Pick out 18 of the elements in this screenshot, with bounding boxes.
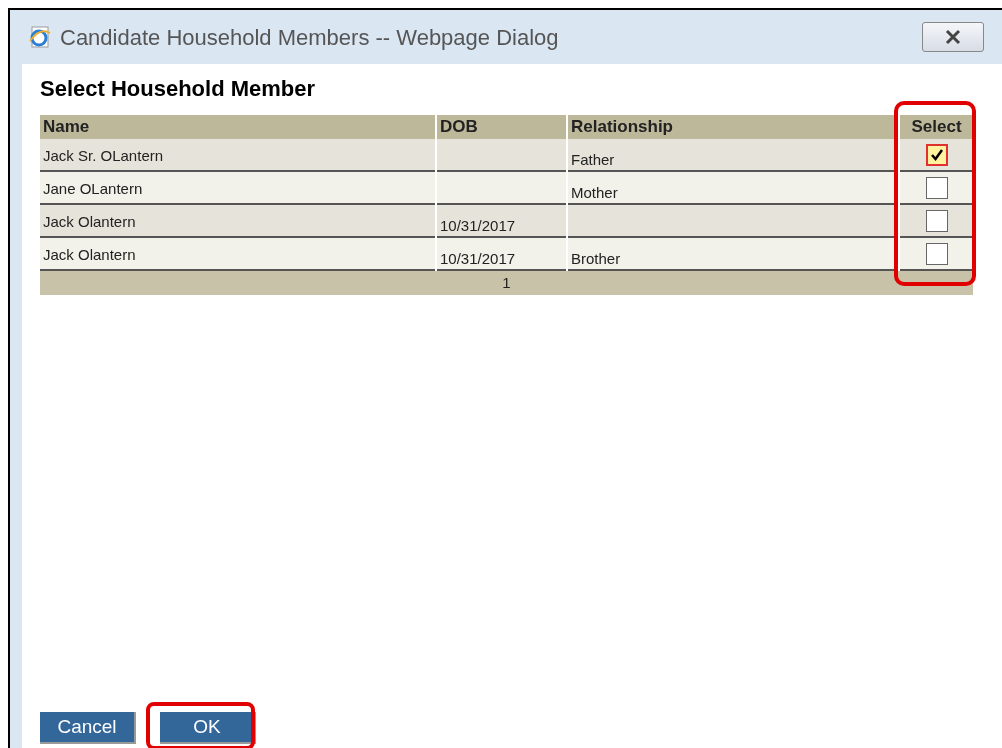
- close-icon: [943, 29, 963, 45]
- table-cell-text: Jane OLantern: [42, 179, 144, 199]
- table-cell-text: Jack Sr. OLantern: [42, 146, 165, 166]
- dialog-button[interactable]: OK: [160, 712, 256, 744]
- select-checkbox[interactable]: [925, 210, 948, 233]
- dialog-button[interactable]: Cancel: [40, 712, 136, 744]
- checkmark-icon: [929, 148, 944, 163]
- select-checkbox[interactable]: [925, 177, 948, 200]
- select-checkbox[interactable]: [925, 144, 948, 167]
- table-cell-text: Jack Olantern: [42, 245, 137, 265]
- select-checkbox[interactable]: [925, 243, 948, 266]
- browser-icon: [28, 25, 52, 49]
- column-header: Name: [42, 116, 91, 138]
- close-button[interactable]: [922, 22, 984, 52]
- window-title: Candidate Household Members -- Webpage Dialog: [60, 23, 559, 52]
- dialog-heading: Select Household Member: [40, 75, 317, 103]
- pager[interactable]: 1: [40, 271, 973, 295]
- table-cell-text: Jack Olantern: [42, 212, 137, 232]
